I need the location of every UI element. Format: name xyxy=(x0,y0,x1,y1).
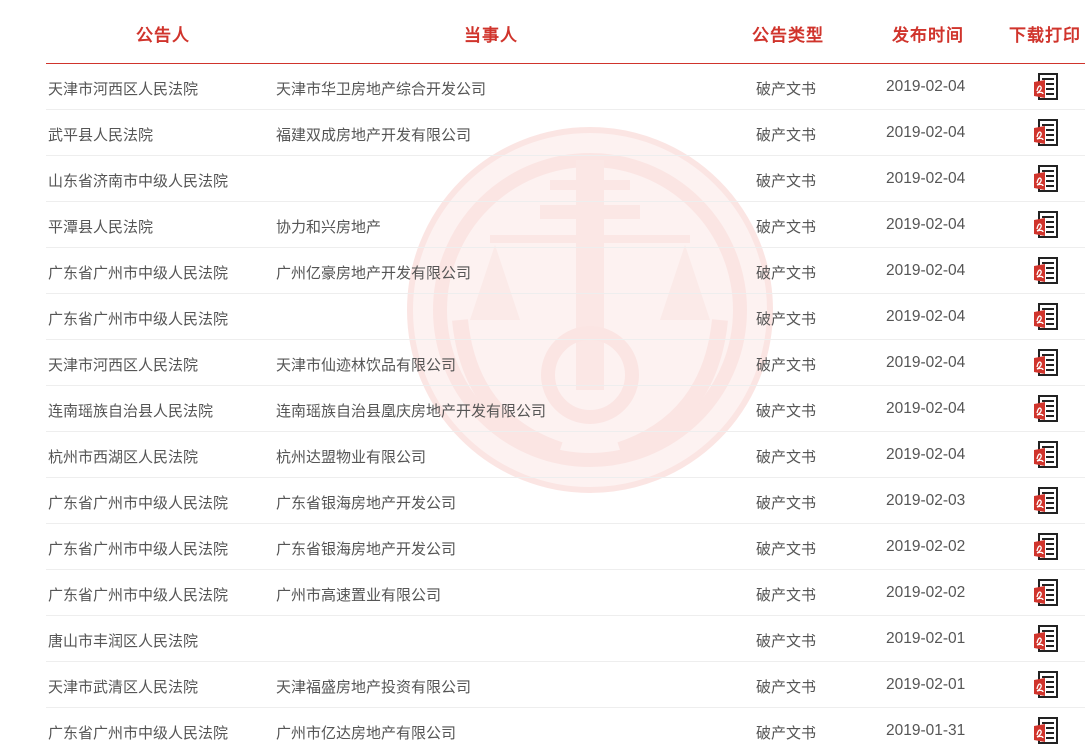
publish-date: 2019-01-31 xyxy=(886,722,966,739)
announcement-type: 破产文书 xyxy=(756,540,817,558)
table-row: 平潭县人民法院 协力和兴房地产 破产文书 2019-02-04 xyxy=(46,202,1085,248)
announcement-type: 破产文书 xyxy=(756,586,817,604)
party-name[interactable]: 杭州达盟物业有限公司 xyxy=(276,446,426,467)
publish-date: 2019-02-02 xyxy=(886,538,966,555)
table-row: 武平县人民法院 福建双成房地产开发有限公司 破产文书 2019-02-04 xyxy=(46,110,1085,156)
header-download: 下载打印 xyxy=(1009,26,1081,46)
table-row: 天津市武清区人民法院 天津福盛房地产投资有限公司 破产文书 2019-02-01 xyxy=(46,662,1085,708)
announcement-type: 破产文书 xyxy=(756,356,817,374)
party-name[interactable]: 广州市亿达房地产有限公司 xyxy=(276,722,456,743)
party-name[interactable]: 广东省银海房地产开发公司 xyxy=(276,492,456,513)
party-name[interactable]: 广州市高速置业有限公司 xyxy=(276,584,441,605)
party-name[interactable]: 广州亿豪房地产开发有限公司 xyxy=(276,262,471,283)
table-body: 天津市河西区人民法院 天津市华卫房地产综合开发公司 破产文书 2019-02-0… xyxy=(46,64,1085,749)
announcement-type: 破产文书 xyxy=(756,264,817,282)
court-name[interactable]: 天津市武清区人民法院 xyxy=(48,676,198,697)
pdf-download-icon[interactable] xyxy=(1032,302,1060,332)
publish-date: 2019-02-01 xyxy=(886,630,966,647)
court-name[interactable]: 杭州市西湖区人民法院 xyxy=(48,446,198,467)
announcement-type: 破产文书 xyxy=(756,448,817,466)
court-name[interactable]: 山东省济南市中级人民法院 xyxy=(48,170,228,191)
publish-date: 2019-02-04 xyxy=(886,216,966,233)
table-row: 广东省广州市中级人民法院 广东省银海房地产开发公司 破产文书 2019-02-0… xyxy=(46,478,1085,524)
court-name[interactable]: 广东省广州市中级人民法院 xyxy=(48,308,228,329)
party-name[interactable]: 天津市仙迹林饮品有限公司 xyxy=(276,354,456,375)
publish-date: 2019-02-04 xyxy=(886,124,966,141)
publish-date: 2019-02-01 xyxy=(886,676,966,693)
pdf-download-icon[interactable] xyxy=(1032,624,1060,654)
pdf-download-icon[interactable] xyxy=(1032,578,1060,608)
publish-date: 2019-02-02 xyxy=(886,584,966,601)
court-name[interactable]: 连南瑶族自治县人民法院 xyxy=(48,400,213,421)
announcement-type: 破产文书 xyxy=(756,724,817,742)
announcement-type: 破产文书 xyxy=(756,402,817,420)
court-name[interactable]: 广东省广州市中级人民法院 xyxy=(48,492,228,513)
header-notifier: 公告人 xyxy=(136,26,190,46)
table-row: 杭州市西湖区人民法院 杭州达盟物业有限公司 破产文书 2019-02-04 xyxy=(46,432,1085,478)
party-name[interactable]: 福建双成房地产开发有限公司 xyxy=(276,124,471,145)
publish-date: 2019-02-04 xyxy=(886,400,966,417)
publish-date: 2019-02-04 xyxy=(886,262,966,279)
pdf-download-icon[interactable] xyxy=(1032,716,1060,746)
header-type: 公告类型 xyxy=(752,26,824,46)
publish-date: 2019-02-03 xyxy=(886,492,966,509)
table-row: 山东省济南市中级人民法院 破产文书 2019-02-04 xyxy=(46,156,1085,202)
party-name[interactable]: 广东省银海房地产开发公司 xyxy=(276,538,456,559)
pdf-download-icon[interactable] xyxy=(1032,670,1060,700)
court-name[interactable]: 广东省广州市中级人民法院 xyxy=(48,538,228,559)
pdf-download-icon[interactable] xyxy=(1032,394,1060,424)
pdf-download-icon[interactable] xyxy=(1032,348,1060,378)
announcement-type: 破产文书 xyxy=(756,310,817,328)
court-name[interactable]: 唐山市丰润区人民法院 xyxy=(48,630,198,651)
pdf-download-icon[interactable] xyxy=(1032,118,1060,148)
announcement-type: 破产文书 xyxy=(756,80,817,98)
party-name[interactable]: 天津市华卫房地产综合开发公司 xyxy=(276,78,486,99)
pdf-download-icon[interactable] xyxy=(1032,72,1060,102)
table-header: 公告人 当事人 公告类型 发布时间 下载打印 xyxy=(46,0,1085,64)
pdf-download-icon[interactable] xyxy=(1032,486,1060,516)
table-row: 唐山市丰润区人民法院 破产文书 2019-02-01 xyxy=(46,616,1085,662)
announcement-type: 破产文书 xyxy=(756,218,817,236)
table-row: 广东省广州市中级人民法院 广东省银海房地产开发公司 破产文书 2019-02-0… xyxy=(46,524,1085,570)
table-row: 天津市河西区人民法院 天津市华卫房地产综合开发公司 破产文书 2019-02-0… xyxy=(46,64,1085,110)
court-name[interactable]: 天津市河西区人民法院 xyxy=(48,78,198,99)
announcement-type: 破产文书 xyxy=(756,494,817,512)
publish-date: 2019-02-04 xyxy=(886,78,966,95)
party-name[interactable]: 协力和兴房地产 xyxy=(276,216,381,237)
pdf-download-icon[interactable] xyxy=(1032,164,1060,194)
publish-date: 2019-02-04 xyxy=(886,308,966,325)
announcement-type: 破产文书 xyxy=(756,678,817,696)
court-name[interactable]: 广东省广州市中级人民法院 xyxy=(48,262,228,283)
header-date: 发布时间 xyxy=(892,26,964,46)
table-row: 连南瑶族自治县人民法院 连南瑶族自治县凰庆房地产开发有限公司 破产文书 2019… xyxy=(46,386,1085,432)
table-row: 广东省广州市中级人民法院 广州亿豪房地产开发有限公司 破产文书 2019-02-… xyxy=(46,248,1085,294)
announcement-table: 公告人 当事人 公告类型 发布时间 下载打印 天津市河西区人民法院 天津市华卫房… xyxy=(46,0,1085,749)
party-name[interactable]: 连南瑶族自治县凰庆房地产开发有限公司 xyxy=(276,400,546,421)
pdf-download-icon[interactable] xyxy=(1032,440,1060,470)
court-name[interactable]: 广东省广州市中级人民法院 xyxy=(48,722,228,743)
publish-date: 2019-02-04 xyxy=(886,446,966,463)
court-name[interactable]: 武平县人民法院 xyxy=(48,124,153,145)
pdf-download-icon[interactable] xyxy=(1032,210,1060,240)
announcement-list-page: 公告人 当事人 公告类型 发布时间 下载打印 天津市河西区人民法院 天津市华卫房… xyxy=(0,0,1085,749)
announcement-type: 破产文书 xyxy=(756,632,817,650)
announcement-type: 破产文书 xyxy=(756,126,817,144)
court-name[interactable]: 广东省广州市中级人民法院 xyxy=(48,584,228,605)
table-row: 天津市河西区人民法院 天津市仙迹林饮品有限公司 破产文书 2019-02-04 xyxy=(46,340,1085,386)
header-party: 当事人 xyxy=(464,26,518,46)
pdf-download-icon[interactable] xyxy=(1032,256,1060,286)
court-name[interactable]: 天津市河西区人民法院 xyxy=(48,354,198,375)
court-name[interactable]: 平潭县人民法院 xyxy=(48,216,153,237)
party-name[interactable]: 天津福盛房地产投资有限公司 xyxy=(276,676,471,697)
publish-date: 2019-02-04 xyxy=(886,170,966,187)
announcement-type: 破产文书 xyxy=(756,172,817,190)
table-row: 广东省广州市中级人民法院 广州市高速置业有限公司 破产文书 2019-02-02 xyxy=(46,570,1085,616)
table-row: 广东省广州市中级人民法院 广州市亿达房地产有限公司 破产文书 2019-01-3… xyxy=(46,708,1085,749)
publish-date: 2019-02-04 xyxy=(886,354,966,371)
table-row: 广东省广州市中级人民法院 破产文书 2019-02-04 xyxy=(46,294,1085,340)
pdf-download-icon[interactable] xyxy=(1032,532,1060,562)
